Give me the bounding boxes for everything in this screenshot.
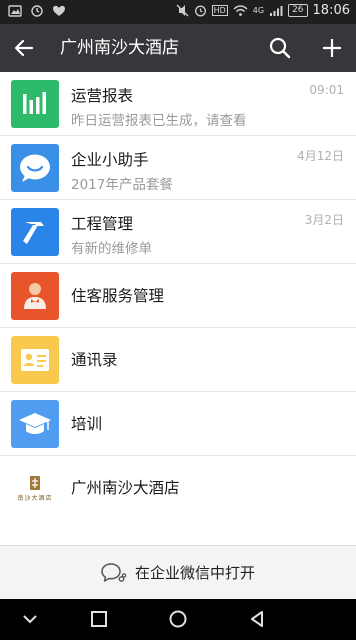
contact-card-icon <box>11 336 59 384</box>
hotel-logo: 南沙大酒店 <box>11 464 59 512</box>
search-icon[interactable] <box>268 36 292 60</box>
clock: 18:06 <box>312 3 350 18</box>
list-item-guest-service[interactable]: 住客服务管理 <box>0 264 356 328</box>
app-name: 广州南沙大酒店 <box>71 479 180 497</box>
list-item-engineering[interactable]: 工程管理 有新的维修单 3月2日 <box>0 200 356 264</box>
alarm-icon <box>194 5 206 17</box>
gallery-icon <box>8 5 22 17</box>
network-type: 4G <box>252 6 265 15</box>
list-item-contacts[interactable]: 通讯录 <box>0 328 356 392</box>
app-subtitle: 有新的维修单 <box>71 241 152 257</box>
app-name: 通讯录 <box>71 351 118 369</box>
sync-icon <box>31 5 43 17</box>
app-subtitle: 昨日运营报表已生成，请查看 <box>71 113 247 129</box>
status-left-icons <box>8 4 66 18</box>
app-name: 运营报表 <box>71 87 134 105</box>
list-item-operations-report[interactable]: 运营报表 昨日运营报表已生成，请查看 09:01 <box>0 72 356 136</box>
list-item-enterprise-assistant[interactable]: 企业小助手 2017年产品套餐 4月12日 <box>0 136 356 200</box>
wifi-icon <box>233 5 248 16</box>
status-bar: HD 4G 26 18:06 <box>0 0 356 24</box>
page-title: 广州南沙大酒店 <box>60 38 179 58</box>
app-time: 09:01 <box>309 83 344 97</box>
hammer-icon <box>11 208 59 256</box>
system-nav-bar <box>0 599 356 640</box>
app-name: 培训 <box>71 415 103 433</box>
battery-icon: 26 <box>288 4 308 17</box>
signal-icon <box>270 5 283 16</box>
home-nav-icon[interactable] <box>166 607 190 631</box>
mute-icon <box>176 4 189 17</box>
back-nav-icon[interactable] <box>245 607 269 631</box>
plus-icon[interactable] <box>320 36 344 60</box>
status-right-icons: HD 4G 26 18:06 <box>176 3 350 18</box>
list-item-training[interactable]: 培训 <box>0 392 356 456</box>
app-time: 3月2日 <box>304 213 344 227</box>
app-subtitle: 2017年产品套餐 <box>71 177 173 193</box>
open-in-wechat-work-button[interactable]: 在企业微信中打开 <box>0 545 356 599</box>
open-in-wechat-work-label: 在企业微信中打开 <box>134 564 255 582</box>
app-name: 住客服务管理 <box>71 287 165 305</box>
down-chevron-icon[interactable] <box>18 607 42 631</box>
wechat-work-icon <box>101 562 127 582</box>
recents-nav-icon[interactable] <box>87 607 111 631</box>
title-bar: 广州南沙大酒店 <box>0 24 356 72</box>
list-item-hotel[interactable]: 南沙大酒店 广州南沙大酒店 <box>0 456 356 520</box>
back-arrow-icon[interactable] <box>12 36 36 60</box>
bar-chart-icon <box>11 80 59 128</box>
guest-service-icon <box>11 272 59 320</box>
chat-bubble-icon <box>11 144 59 192</box>
app-name: 企业小助手 <box>71 151 149 169</box>
graduation-cap-icon <box>11 400 59 448</box>
health-icon <box>53 5 65 16</box>
hotel-emblem-icon <box>30 475 40 490</box>
app-time: 4月12日 <box>297 149 344 163</box>
hotel-logo-text: 南沙大酒店 <box>17 494 53 502</box>
app-name: 工程管理 <box>71 215 134 233</box>
hd-icon: HD <box>211 5 228 16</box>
app-list: 运营报表 昨日运营报表已生成，请查看 09:01 企业小助手 2017年产品套餐… <box>0 72 356 520</box>
